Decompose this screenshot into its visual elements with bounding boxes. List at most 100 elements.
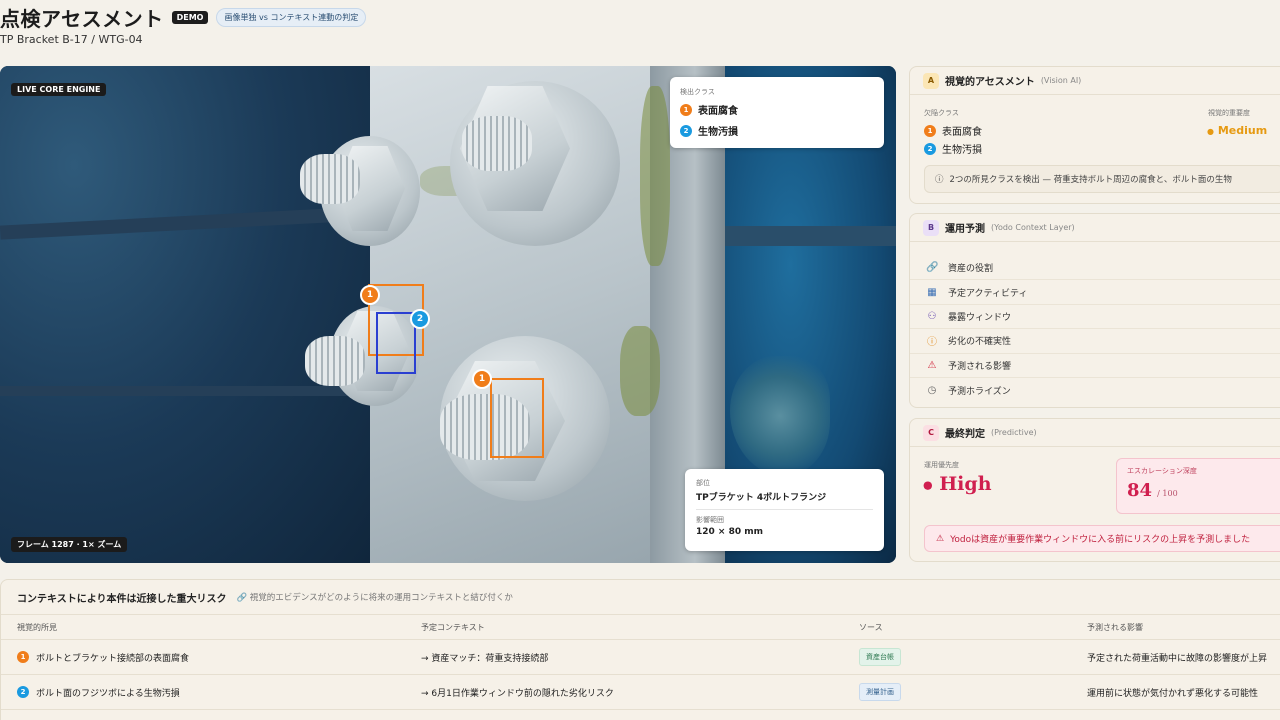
- context-row-degradation-uncertainty[interactable]: ⓘ 劣化の不確実性: [910, 329, 1280, 354]
- severity-value: Medium: [1217, 124, 1268, 137]
- alert-text: Yodoは資産が重要作業ウィンドウに入る前にリスクの上昇を予測しました: [950, 535, 1251, 545]
- table-header: コンテキストにより本件は近接した重大リスク 🔗 視覚的エビデンスがどのように将来…: [1, 580, 1280, 615]
- demo-badge: DEMO: [171, 10, 209, 24]
- calendar-icon: ▦: [927, 286, 937, 298]
- table-row[interactable]: 1 ボルトとブラケット接続部の表面腐食 → 資産マッチ：荷重支持接続部 資産台帳…: [1, 640, 1280, 675]
- panel-letter: B: [923, 219, 939, 236]
- info-icon: ⓘ: [935, 175, 944, 185]
- part-value: TPブラケット 4ボルトフランジ: [696, 493, 827, 503]
- assessment-note: ⓘ 2つの所見クラスを検出 — 荷重支持ボルト周辺の腐食と、ボルト面の生物: [924, 165, 1280, 193]
- defect-label: 生物汚損: [942, 145, 982, 156]
- severity-label: 視覚的重要度: [1208, 109, 1250, 117]
- panel-subtitle: (Yodo Context Layer): [991, 223, 1075, 232]
- context-label: 予定アクティビティ: [948, 288, 1028, 299]
- finding-marker-1[interactable]: 1: [360, 285, 380, 305]
- link-icon: 🔗: [236, 593, 248, 603]
- warning-icon: ⚠: [927, 359, 937, 371]
- bolt-thread: [305, 336, 365, 386]
- marine-growth: [640, 86, 670, 266]
- priority-value-row: ● High: [923, 473, 992, 495]
- priority-label: 運用優先度: [924, 461, 959, 469]
- panel-title: 最終判定: [945, 429, 985, 440]
- panel-header: B 運用予測 (Yodo Context Layer): [910, 214, 1280, 242]
- panel-header: C 最終判定 (Predictive): [910, 419, 1280, 447]
- table-row[interactable]: 2 ボルト面のフジツボによる生物汚損 → 6月1日作業ウィンドウ前の隠れた劣化リ…: [1, 675, 1280, 710]
- location-info-card: 部位 TPブラケット 4ボルトフランジ 影響範囲 120 × 80 mm: [685, 469, 884, 551]
- escalation-value: 84: [1127, 480, 1153, 501]
- operational-prediction-panel: B 運用予測 (Yodo Context Layer) 🔗 資産の役割 ▦ 予定…: [909, 213, 1280, 408]
- prediction-alert: ⚠ Yodoは資産が重要作業ウィンドウに入る前にリスクの上昇を予測しました: [924, 525, 1280, 552]
- detected-classes-label: 検出クラス: [680, 88, 715, 96]
- table-subtitle: 視覚的エビデンスがどのように将来の運用コンテキストと結び付くか: [249, 593, 513, 603]
- context-row-predicted-impact[interactable]: ⚠ 予測される影響: [910, 354, 1280, 378]
- detected-classes-card: 検出クラス 1 表面腐食 2 生物汚損: [670, 77, 884, 148]
- defect-item: 2 生物汚損: [924, 141, 982, 156]
- escalation-card: エスカレーション深度 84 / 100: [1116, 458, 1280, 514]
- clock-icon: ◷: [927, 384, 937, 396]
- escalation-label: エスカレーション深度: [1127, 467, 1197, 475]
- panel-header: A 視覚的アセスメント (Vision AI): [910, 67, 1280, 95]
- class-number-badge: 1: [680, 103, 692, 116]
- context-row-scheduled-activity[interactable]: ▦ 予定アクティビティ: [910, 280, 1280, 305]
- escalation-max: / 100: [1157, 489, 1178, 498]
- finding-number-badge: 2: [17, 686, 29, 698]
- table-column-headers: 視覚的所見 予定コンテキスト ソース 予測される影響: [1, 615, 1280, 640]
- finding-number-badge: 1: [17, 651, 29, 663]
- column-header: 予測される影響: [1087, 622, 1143, 632]
- frame-label: フレーム 1287 · 1× ズーム: [11, 537, 128, 552]
- column-header: ソース: [859, 622, 883, 632]
- context-row-exposure-window[interactable]: ⚇ 暴露ウィンドウ: [910, 305, 1280, 330]
- finding-marker-1[interactable]: 1: [472, 369, 492, 389]
- inspection-image-panel[interactable]: 1 2 1 LIVE CORE ENGINE フレーム 1287 · 1× ズー…: [0, 66, 896, 563]
- context-cell: → 6月1日作業ウィンドウ前の隠れた劣化リスク: [421, 688, 614, 699]
- defect-number-badge: 2: [924, 142, 936, 155]
- context-label: 劣化の不確実性: [948, 337, 1012, 348]
- class-label: 表面腐食: [698, 106, 738, 117]
- range-label: 影響範囲: [696, 516, 724, 524]
- panel-subtitle: (Vision AI): [1040, 76, 1082, 85]
- detected-class-item: 1 表面腐食: [680, 102, 874, 117]
- column-header: 視覚的所見: [17, 622, 57, 632]
- part-label: 部位: [696, 479, 710, 487]
- finding-cell: 2 ボルト面のフジツボによる生物汚損: [17, 686, 180, 699]
- panel-title: 視覚的アセスメント: [945, 77, 1035, 88]
- finding-text: ボルト面のフジツボによる生物汚損: [36, 688, 180, 699]
- context-row-asset-role[interactable]: 🔗 資産の役割: [910, 256, 1280, 281]
- class-label: 生物汚損: [698, 127, 738, 138]
- source-badge[interactable]: 測量計画: [859, 683, 901, 701]
- severity-value-row: ● Medium: [1207, 124, 1268, 137]
- steel-beam: [720, 226, 896, 246]
- engine-tag: LIVE CORE ENGINE: [11, 83, 107, 96]
- source-badge[interactable]: 資産台帳: [859, 648, 901, 666]
- water-background: [0, 66, 370, 563]
- people-icon: ⚇: [927, 310, 937, 322]
- panel-title: 運用予測: [945, 224, 985, 235]
- note-text: 2つの所見クラスを検出 — 荷重支持ボルト周辺の腐食と、ボルト面の生物: [949, 175, 1232, 185]
- defect-item: 1 表面腐食: [924, 123, 982, 138]
- table-title: コンテキストにより本件は近接した重大リスク: [17, 593, 227, 605]
- bolt-thread: [462, 116, 532, 171]
- table-subtitle-row: 🔗 視覚的エビデンスがどのように将来の運用コンテキストと結び付くか: [237, 591, 513, 603]
- context-label: 予測される影響: [948, 361, 1012, 372]
- context-label: 暴露ウィンドウ: [948, 312, 1012, 323]
- class-number-badge: 2: [680, 124, 692, 137]
- escalation-value-row: 84 / 100: [1127, 480, 1280, 501]
- defect-class-label: 欠陥クラス: [924, 109, 959, 117]
- column-header: 予定コンテキスト: [421, 622, 485, 632]
- range-value: 120 × 80 mm: [696, 527, 764, 537]
- visual-assessment-panel: A 視覚的アセスメント (Vision AI) 欠陥クラス 1 表面腐食 2 生…: [909, 66, 1280, 204]
- defect-label: 表面腐食: [942, 127, 982, 138]
- context-cell: → 資産マッチ：荷重支持接続部: [421, 653, 549, 664]
- bolt-thread: [300, 154, 360, 204]
- panel-letter: A: [923, 72, 939, 89]
- corrosion-bbox[interactable]: [490, 378, 544, 458]
- panel-subtitle: (Predictive): [991, 428, 1037, 437]
- steel-beam: [0, 386, 370, 396]
- defect-number-badge: 1: [924, 124, 936, 137]
- risk-context-table: コンテキストにより本件は近接した重大リスク 🔗 視覚的エビデンスがどのように将来…: [0, 579, 1280, 720]
- mode-badge[interactable]: 画像単独 vs コンテキスト連動の判定: [216, 7, 367, 27]
- context-row-prediction-horizon[interactable]: ◷ 予測ホライズン: [910, 378, 1280, 402]
- impact-cell: 予定された荷重活動中に故障の影響度が上昇: [1087, 653, 1268, 664]
- warning-icon: ⚠: [936, 533, 945, 544]
- finding-marker-2[interactable]: 2: [410, 309, 430, 329]
